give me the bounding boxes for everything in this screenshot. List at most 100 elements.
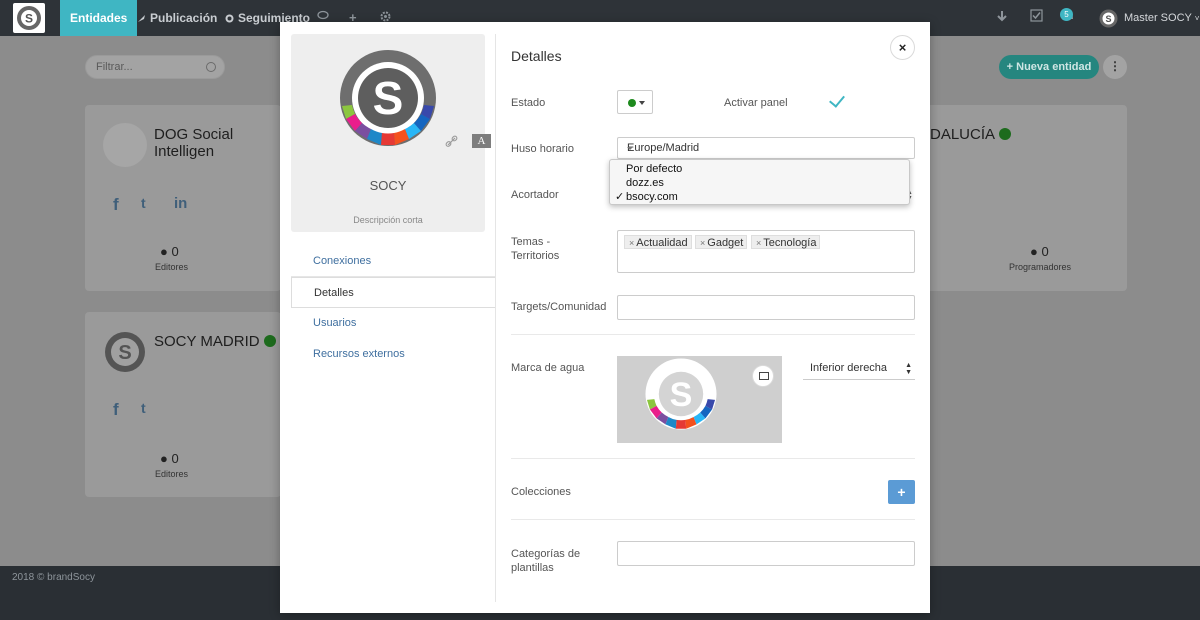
estado-label: Estado — [511, 97, 546, 109]
font-icon[interactable]: A — [472, 134, 491, 148]
user-name: Master SOCY — [1124, 12, 1192, 24]
svg-text:S: S — [118, 342, 131, 364]
side-nav-conexiones[interactable]: Conexiones — [291, 246, 496, 277]
divider — [511, 334, 915, 335]
entity-card[interactable]: DOG Social Intelligen f t in ● 0 Editore… — [85, 105, 281, 291]
new-entity-label: Nueva entidad — [1016, 61, 1092, 73]
watermark-position-value: Inferior derecha — [810, 362, 888, 374]
count-label: Editores — [155, 262, 189, 272]
avatar[interactable]: S — [1099, 9, 1118, 28]
remove-tag-icon[interactable]: × — [700, 238, 705, 248]
entity-card[interactable]: DALUCÍA ● 0 Programadores — [920, 105, 1127, 291]
side-nav-recursos-externos[interactable]: Recursos externos — [291, 339, 496, 370]
app-logo[interactable]: S — [13, 3, 45, 33]
entity-details-modal: S A SOCY Descripción corta Conexiones De… — [280, 22, 930, 613]
targets-label: Targets/Comunidad — [511, 301, 607, 313]
tab-publicacion[interactable]: Publicación — [137, 0, 217, 36]
avatar — [103, 123, 147, 167]
estado-dropdown[interactable] — [617, 90, 653, 114]
editors-count: ● 0 — [160, 244, 179, 259]
image-icon — [759, 372, 769, 380]
profile-name: SOCY — [369, 178, 407, 193]
svg-text:S: S — [25, 12, 33, 26]
tab-entidades[interactable]: Entidades — [60, 0, 138, 36]
categorias-label-line2: plantillas — [511, 562, 554, 574]
activar-panel-label: Activar panel — [724, 97, 788, 109]
facebook-icon[interactable]: f — [113, 400, 119, 420]
notification-badge: 5 — [1060, 8, 1073, 21]
add-coleccion-button[interactable]: + — [888, 480, 915, 504]
activar-panel-check-icon[interactable] — [829, 91, 845, 108]
user-icon: ● — [1030, 244, 1042, 259]
modal-title: Detalles — [511, 48, 562, 64]
upload-image-button[interactable] — [752, 365, 774, 387]
facebook-icon[interactable]: f — [113, 195, 119, 215]
tasks-check-icon[interactable] — [1030, 0, 1043, 36]
new-entity-button[interactable]: + Nueva entidad — [999, 55, 1099, 79]
dropdown-option-selected[interactable]: ✓ bsocy.com — [610, 190, 909, 204]
count-value: 0 — [171, 244, 179, 259]
tag-label: Gadget — [707, 237, 744, 249]
profile-description[interactable]: Descripción corta — [291, 215, 485, 225]
count-label: Programadores — [1009, 262, 1072, 272]
temas-label-line1: Temas - — [511, 236, 551, 248]
dropdown-option[interactable]: dozz.es — [610, 176, 909, 190]
huso-horario-label: Huso horario — [511, 143, 574, 155]
filter-input[interactable]: Filtrar... — [85, 55, 225, 79]
colecciones-label: Colecciones — [511, 486, 571, 498]
programmers-count: ● 0 — [1030, 244, 1049, 259]
select-arrows-icon: ▲ ▼ — [905, 362, 912, 376]
user-icon: ● — [160, 244, 172, 259]
twitter-icon[interactable]: t — [141, 400, 146, 416]
option-label: bsocy.com — [626, 191, 678, 203]
tag: × Actualidad — [624, 235, 692, 249]
timezone-select[interactable]: Europe/Madrid — [617, 137, 915, 159]
chevron-down-icon: ˅ — [1194, 14, 1200, 23]
watermark-position-select[interactable]: Inferior derecha ▲ ▼ — [803, 356, 915, 380]
close-icon: × — [898, 40, 907, 55]
search-icon — [206, 62, 216, 72]
entity-card[interactable]: S SOCY MADRID f t ● 0 Editores — [85, 312, 281, 497]
acortador-label: Acortador — [511, 189, 559, 201]
socy-logo-icon: S — [17, 6, 41, 30]
socy-logo-icon: S — [645, 358, 717, 430]
side-nav-usuarios[interactable]: Usuarios — [291, 308, 496, 339]
dropdown-option[interactable]: Por defecto — [610, 162, 909, 176]
close-button[interactable]: × — [890, 35, 915, 60]
count-value: 0 — [1041, 244, 1049, 259]
user-menu[interactable]: Master SOCY ˅ — [1124, 0, 1199, 36]
status-dot — [999, 128, 1012, 140]
temas-label-line2: Territorios — [511, 250, 560, 262]
caret-down-icon — [639, 101, 645, 105]
card-title-text: SOCY MADRID — [154, 333, 260, 350]
caret-down-icon — [627, 147, 633, 150]
tag: × Tecnología — [751, 235, 821, 249]
count-value: 0 — [171, 451, 179, 466]
arrow-down-icon[interactable] — [996, 0, 1008, 36]
checkmark-icon: ✓ — [615, 191, 625, 203]
remove-tag-icon[interactable]: × — [629, 238, 634, 248]
filter-placeholder: Filtrar... — [96, 61, 133, 73]
count-label: Editores — [155, 469, 189, 479]
watermark-preview: S — [617, 356, 782, 443]
side-nav-detalles[interactable]: Detalles — [291, 277, 496, 308]
link-icon[interactable] — [445, 135, 458, 151]
temas-label: Temas - Territorios — [511, 235, 559, 263]
marca-agua-label: Marca de agua — [511, 362, 585, 374]
categorias-input[interactable] — [617, 541, 915, 566]
modal-side-nav: Conexiones Detalles Usuarios Recursos ex… — [291, 246, 496, 370]
acortador-dropdown-menu: Por defecto dozz.es ✓ bsocy.com — [609, 159, 910, 205]
categorias-label: Categorías de plantillas — [511, 547, 580, 575]
user-icon: ● — [160, 451, 172, 466]
linkedin-icon[interactable]: in — [174, 195, 187, 212]
twitter-icon[interactable]: t — [141, 195, 146, 211]
targets-input[interactable] — [617, 295, 915, 320]
profile-card: S A SOCY Descripción corta — [291, 34, 491, 232]
more-options-button[interactable]: ⋮ — [1103, 55, 1127, 79]
remove-tag-icon[interactable]: × — [756, 238, 761, 248]
temas-tag-input[interactable]: × Actualidad × Gadget × Tecnología — [617, 230, 915, 273]
tag: × Gadget — [695, 235, 748, 249]
tab-label: Publicación — [150, 11, 218, 25]
divider — [495, 34, 496, 602]
rocket-icon — [137, 1, 146, 22]
